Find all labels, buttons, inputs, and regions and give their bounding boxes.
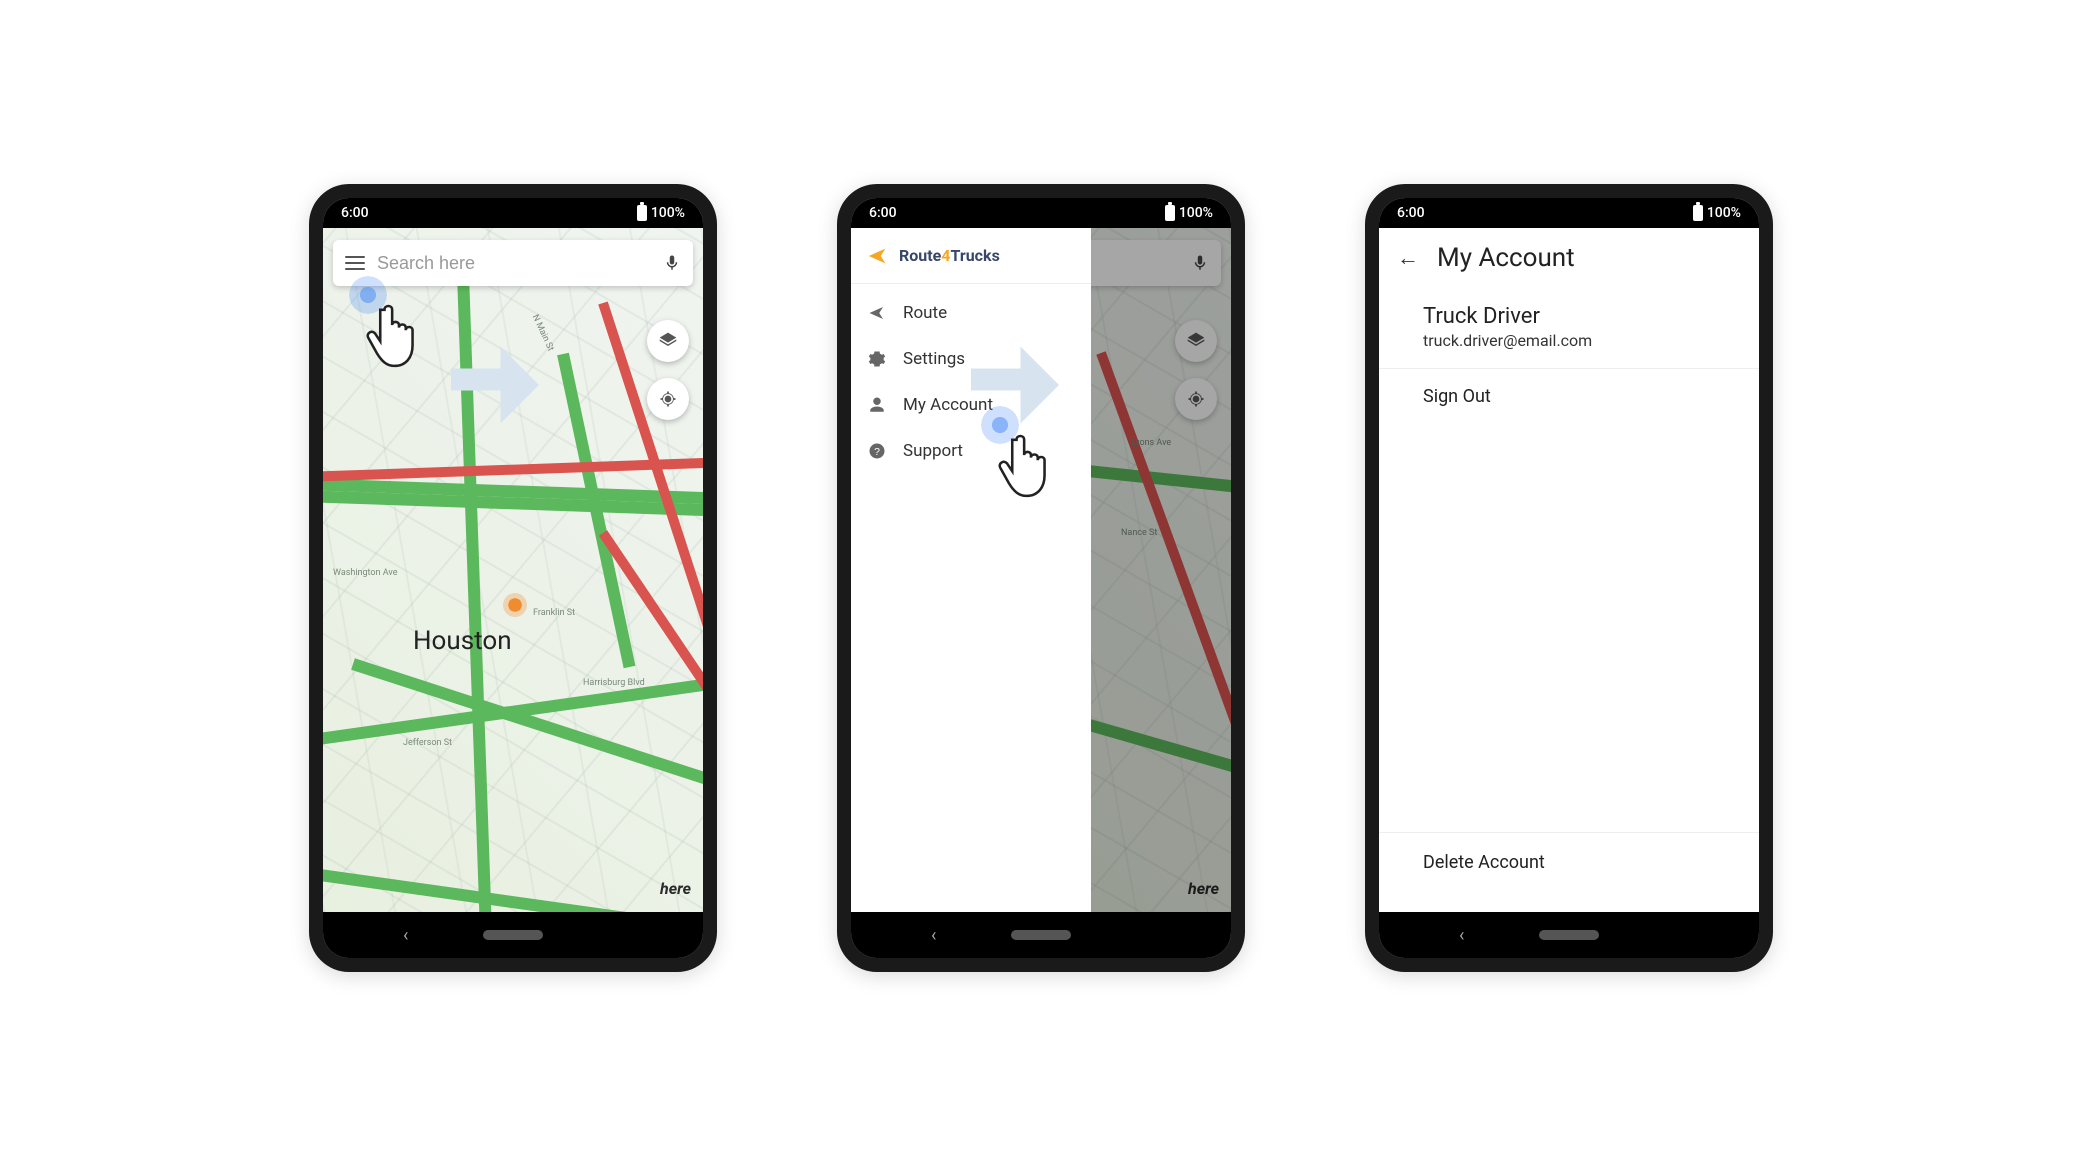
delete-account-button[interactable]: Delete Account [1379,832,1759,892]
android-nav-bar: ‹ [323,912,703,958]
drawer-item-settings[interactable]: Settings [851,336,1091,382]
street-label: N Main St [530,313,556,353]
drawer-item-label: My Account [903,395,993,415]
account-name: Truck Driver [1423,304,1715,329]
map-canvas[interactable]: Houston here Washington Ave N Main St Ha… [323,228,703,912]
microphone-icon[interactable] [663,252,681,274]
map-city-label: Houston [413,626,512,656]
drawer-item-account[interactable]: My Account [851,382,1091,428]
android-nav-bar: ‹ [851,912,1231,958]
search-bar[interactable] [333,240,693,286]
status-bar: 6:00 100% [323,198,703,228]
battery-icon [1693,205,1703,221]
layers-icon [658,331,678,351]
street-label: Franklin St [533,608,575,618]
back-icon[interactable]: ‹ [931,925,936,946]
app-brand: Route4Trucks [899,246,1000,265]
drawer-item-label: Settings [903,349,965,369]
sign-out-label: Sign Out [1423,386,1491,407]
drawer-item-support[interactable]: ? Support [851,428,1091,474]
drawer-item-route[interactable]: Route [851,290,1091,336]
phone-drawer: 6:00 100% here Lyons Ave Nance St [837,184,1245,972]
status-time: 6:00 [1397,205,1425,221]
gear-icon [867,349,887,369]
search-input[interactable] [377,253,651,274]
locate-button[interactable] [647,378,689,420]
status-battery: 100% [1179,205,1213,221]
street-label: Jefferson St [403,738,452,748]
status-time: 6:00 [341,205,369,221]
phone-map: 6:00 100% [309,184,717,972]
crosshair-icon [658,389,678,409]
svg-text:?: ? [874,446,880,458]
status-battery: 100% [1707,205,1741,221]
status-bar: 6:00 100% [1379,198,1759,228]
drawer-item-label: Support [903,441,963,461]
help-icon: ? [867,441,887,461]
home-pill[interactable] [1539,930,1599,940]
status-bar: 6:00 100% [851,198,1231,228]
phone-account: 6:00 100% ← My Account Truck Driver truc… [1365,184,1773,972]
battery-icon [1165,205,1175,221]
page-title: My Account [1437,243,1575,273]
navigation-icon [867,303,887,323]
android-nav-bar: ‹ [1379,912,1759,958]
account-email: truck.driver@email.com [1423,331,1715,350]
layers-button[interactable] [647,320,689,362]
back-icon[interactable]: ‹ [1459,925,1464,946]
person-icon [867,395,887,415]
drawer-item-label: Route [903,303,947,323]
home-pill[interactable] [1011,930,1071,940]
battery-icon [637,205,647,221]
street-label: Harrisburg Blvd [583,678,645,688]
app-logo-icon [867,245,889,267]
map-attribution: here [660,879,691,898]
current-location-marker [503,593,527,617]
delete-account-label: Delete Account [1423,852,1545,873]
back-icon[interactable]: ‹ [403,925,408,946]
sign-out-button[interactable]: Sign Out [1379,369,1759,423]
navigation-drawer: Route4Trucks Route Settings My Account [851,228,1091,912]
back-arrow-icon[interactable]: ← [1397,245,1419,271]
home-pill[interactable] [483,930,543,940]
menu-icon[interactable] [345,256,365,270]
status-battery: 100% [651,205,685,221]
status-time: 6:00 [869,205,897,221]
street-label: Washington Ave [333,568,397,578]
account-info: Truck Driver truck.driver@email.com [1379,288,1759,369]
